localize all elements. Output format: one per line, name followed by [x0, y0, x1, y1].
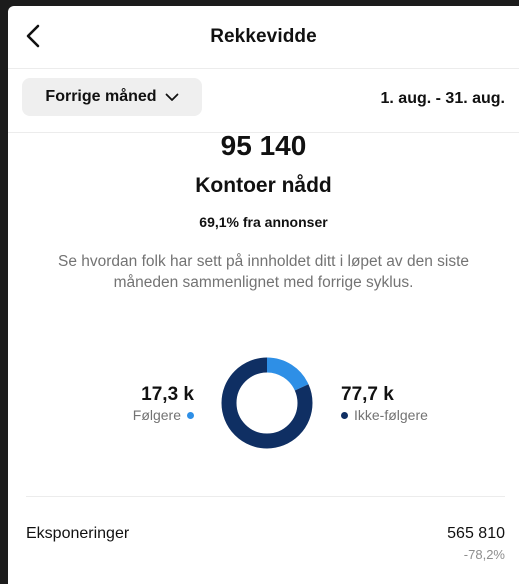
- accounts-reached-value: 95 140: [220, 130, 307, 161]
- chevron-down-icon: [165, 93, 178, 101]
- followers-value: 17,3 k: [141, 384, 194, 405]
- impressions-value: 565 810: [447, 525, 505, 542]
- reach-description: Se hvordan folk har sett på innholdet di…: [58, 253, 469, 291]
- top-bar: Rekkevidde: [8, 6, 519, 68]
- reach-panel: Rekkevidde Forrige måned 1. aug. - 31. a…: [8, 6, 519, 584]
- date-range: 1. aug. - 31. aug.: [380, 90, 505, 107]
- header-divider: [8, 68, 519, 69]
- followers-donut-chart: [221, 357, 313, 449]
- followers-label: Følgere: [132, 407, 181, 423]
- page-title: Rekkevidde: [210, 26, 317, 47]
- non-followers-label: Ikke-følgere: [354, 407, 428, 423]
- impressions-change: -78,2%: [463, 547, 505, 562]
- ads-share: 69,1% fra annonser: [199, 214, 328, 230]
- followers-dot: [187, 411, 194, 419]
- non-followers-legend: Ikke-følgere: [341, 407, 428, 423]
- non-followers-dot: [341, 411, 348, 419]
- non-followers-value: 77,7 k: [341, 384, 394, 405]
- accounts-reached-label: Kontoer nådd: [195, 174, 332, 197]
- impressions-label: Eksponeringer: [26, 525, 130, 542]
- period-filter-label: Forrige måned: [45, 88, 157, 105]
- followers-legend: Følgere: [133, 407, 194, 423]
- metrics-divider: [26, 496, 505, 497]
- period-filter-dropdown[interactable]: Forrige måned: [22, 78, 202, 116]
